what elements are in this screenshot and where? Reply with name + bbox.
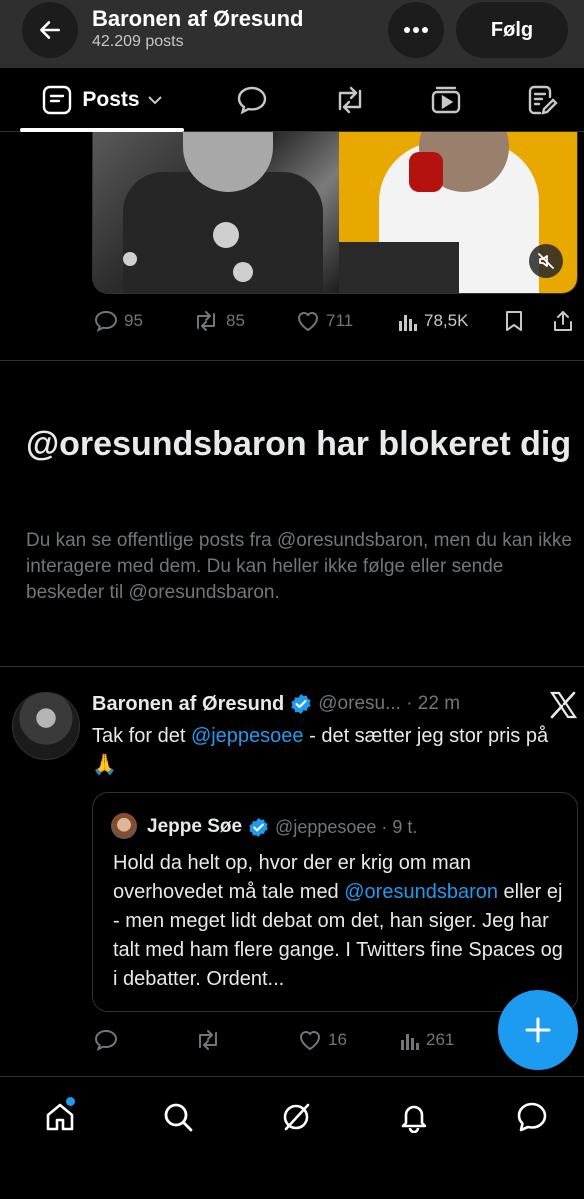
views-button[interactable]: 78,5K [398, 306, 468, 336]
back-button[interactable] [22, 2, 78, 58]
nav-notifications[interactable] [394, 1097, 434, 1137]
reply-count: 95 [124, 311, 143, 330]
arrow-left-icon [40, 21, 60, 39]
media-image-portrait[interactable] [93, 132, 339, 293]
tab-media[interactable] [426, 68, 466, 132]
nav-search[interactable] [158, 1097, 198, 1137]
nav-messages[interactable] [512, 1097, 552, 1137]
follow-button[interactable]: Følg [456, 2, 568, 58]
messages-icon [517, 1102, 547, 1132]
more-icon [404, 27, 428, 33]
like-count: 711 [326, 311, 354, 330]
share-button[interactable] [552, 306, 574, 336]
profile-tabs: Posts [0, 68, 584, 132]
bottom-navigation [0, 1076, 584, 1199]
tab-articles[interactable] [522, 68, 562, 132]
views-button[interactable]: 261 [400, 1025, 454, 1055]
views-icon [399, 315, 417, 331]
divider [0, 360, 584, 361]
posts-icon [43, 85, 72, 115]
plus-icon [525, 1017, 551, 1043]
blocked-title: @oresundsbaron har blokeret dig [26, 425, 572, 463]
verified-badge-icon [249, 817, 268, 837]
bookmark-icon [506, 311, 522, 331]
author-name[interactable]: Baronen af Øresund [92, 693, 284, 716]
profile-header: Baronen af Øresund 42.209 posts Følg [0, 0, 584, 68]
avatar[interactable] [12, 692, 80, 760]
quoted-header: Jeppe Søe @jeppesoee · 9 t. [147, 813, 417, 841]
quoted-text: Hold da helt op, hvor der er krig om man… [113, 849, 565, 994]
reply-button[interactable] [94, 1025, 124, 1055]
title-block: Baronen af Øresund 42.209 posts [92, 6, 303, 52]
tab-posts[interactable]: Posts [20, 68, 184, 132]
quoted-post[interactable]: Jeppe Søe @jeppesoee · 9 t. Hold da helt… [92, 792, 578, 1012]
article-icon [528, 85, 558, 115]
repost-icon [199, 1030, 217, 1050]
author-handle-time: @oresu... · 22 m [318, 693, 461, 714]
divider [0, 666, 584, 667]
grok-icon [283, 1103, 310, 1131]
mention-link[interactable]: @jeppesoee [191, 725, 304, 747]
profile-title: Baronen af Øresund [92, 6, 304, 31]
post-header: Baronen af Øresund @oresu... · 22 m [92, 690, 460, 718]
view-count: 261 [426, 1030, 455, 1049]
first-post-actions: 95 85 711 78,5K [0, 306, 584, 336]
nav-home[interactable] [40, 1097, 80, 1137]
repost-icon [338, 86, 362, 114]
quoted-avatar[interactable] [111, 813, 137, 839]
notifications-icon [401, 1105, 427, 1133]
tab-reposts[interactable] [328, 68, 372, 132]
post-text-start: Tak for det [92, 725, 191, 747]
quoted-mention-link[interactable]: @oresundsbaron [344, 881, 498, 903]
muted-speaker-icon [538, 253, 554, 269]
verified-badge-icon [291, 694, 311, 714]
post-media[interactable] [92, 132, 578, 294]
like-button[interactable]: 711 [296, 306, 353, 336]
media-icon [431, 86, 461, 114]
views-icon [401, 1034, 419, 1050]
repost-icon [197, 311, 215, 331]
second-post-actions: 16 261 [0, 1025, 490, 1055]
view-count: 78,5K [424, 311, 469, 330]
repost-button[interactable]: 85 [192, 306, 245, 336]
compose-button[interactable] [498, 990, 578, 1070]
like-count: 16 [328, 1030, 347, 1049]
bookmark-button[interactable] [504, 306, 524, 336]
post-text: Tak for det @jeppesoee - det sætter jeg … [92, 722, 562, 780]
replies-icon [237, 86, 267, 115]
mute-button[interactable] [529, 244, 563, 278]
quoted-author-name[interactable]: Jeppe Søe [147, 816, 242, 838]
heart-icon [299, 1031, 321, 1051]
blocked-description: Du kan se offentlige posts fra @oresunds… [26, 530, 572, 603]
like-button[interactable]: 16 [298, 1025, 347, 1055]
quoted-handle-time: @jeppesoee · 9 t. [275, 816, 418, 837]
chevron-down-icon[interactable] [147, 95, 162, 105]
share-icon [554, 311, 572, 331]
search-icon [164, 1103, 193, 1132]
tab-replies[interactable] [232, 68, 272, 132]
reply-button[interactable]: 95 [94, 306, 143, 336]
reply-icon [94, 1029, 118, 1051]
repost-count: 85 [226, 311, 245, 330]
heart-icon [297, 312, 319, 332]
more-button[interactable] [388, 2, 444, 58]
tab-posts-label: Posts [82, 88, 140, 111]
reply-icon [94, 310, 118, 332]
x-logo-icon [549, 691, 578, 719]
repost-button[interactable] [194, 1025, 228, 1055]
nav-grok[interactable] [276, 1097, 316, 1137]
post-count: 42.209 posts [92, 33, 184, 50]
notification-dot [66, 1097, 75, 1106]
